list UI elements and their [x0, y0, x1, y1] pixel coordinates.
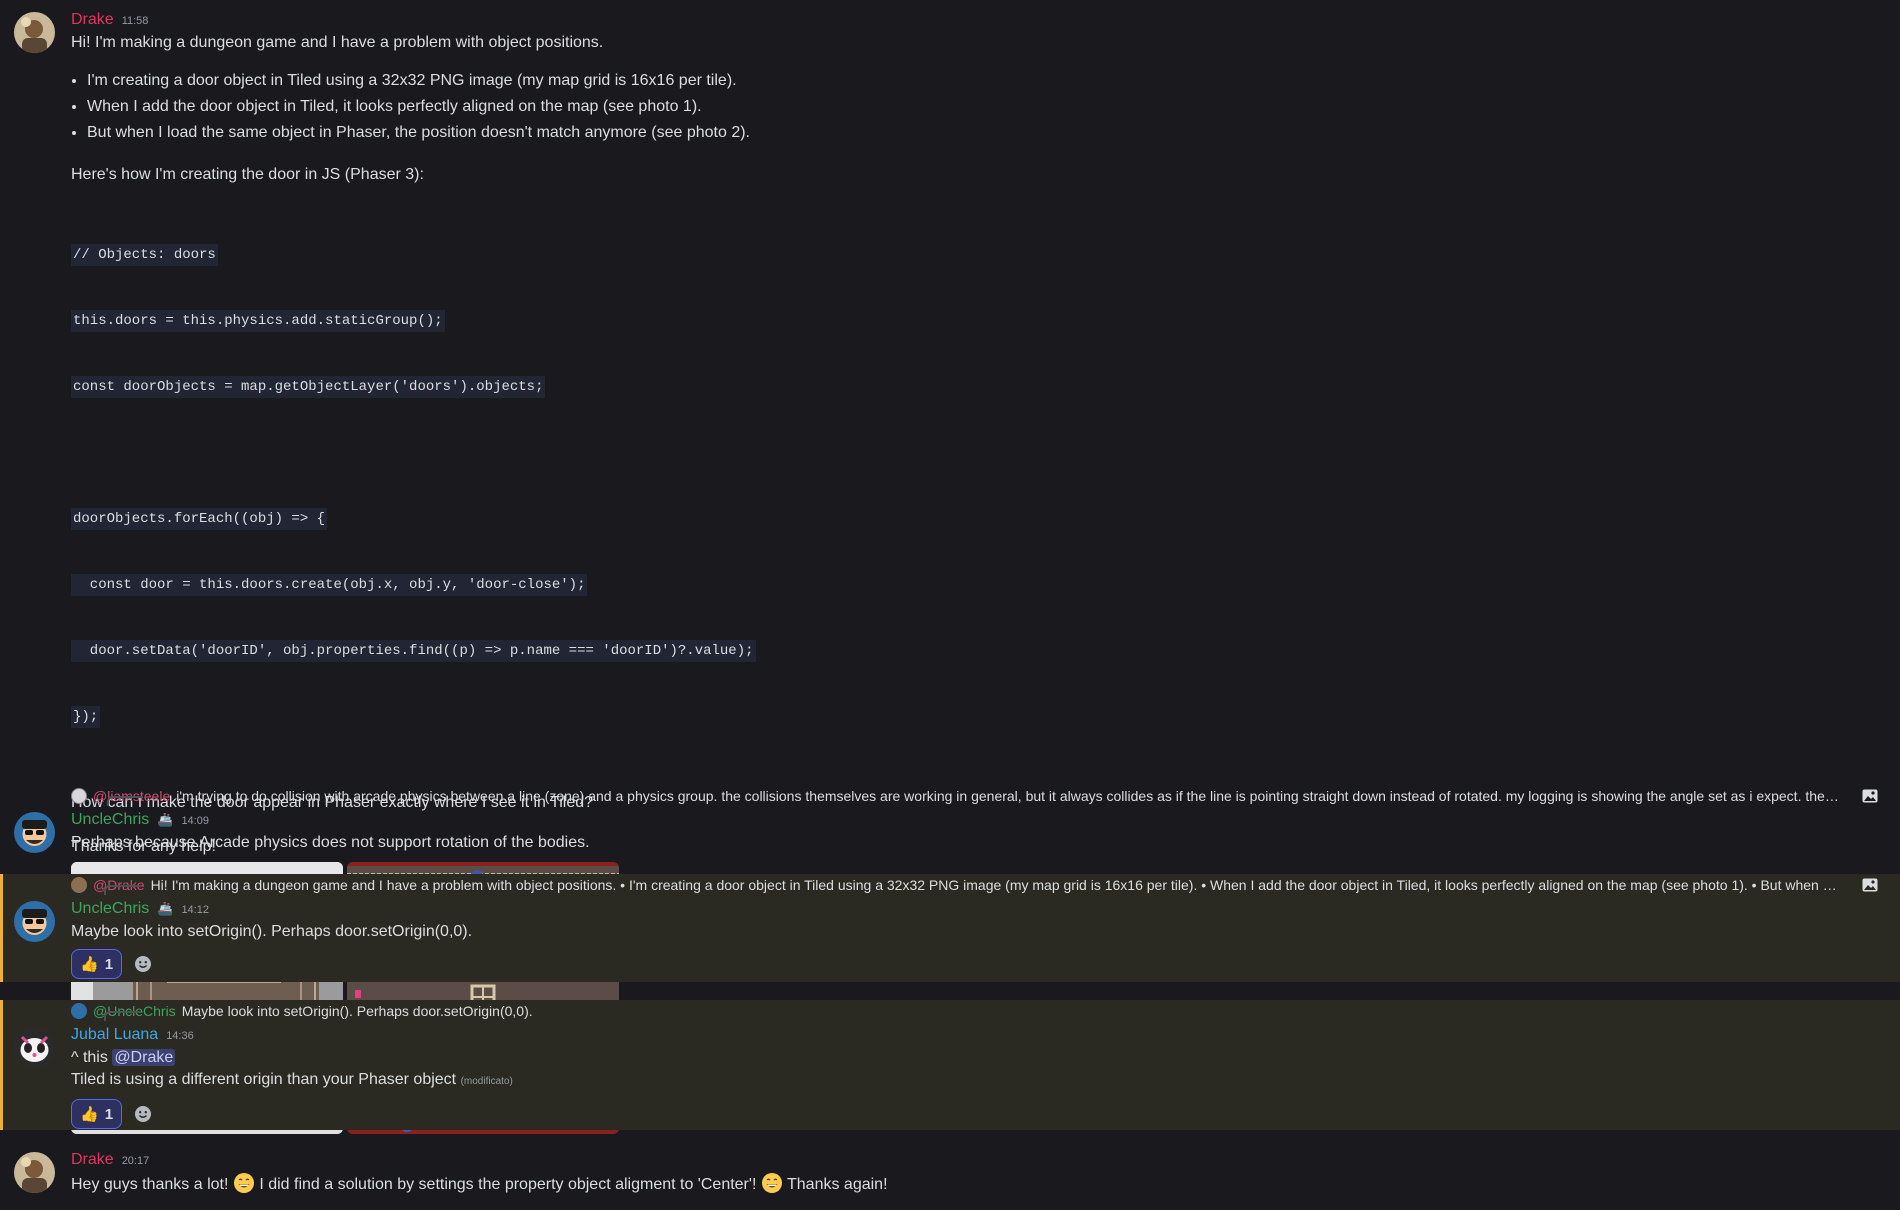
reply-spine [104, 1011, 140, 1021]
message-text: Hey guys thanks a lot! I did find a solu… [71, 1172, 1900, 1196]
message-text: Hi! I'm making a dungeon game and I have… [71, 34, 604, 51]
timestamp: 14:09 [181, 815, 209, 827]
image-icon [1862, 789, 1878, 803]
message-jubal-1436: @UncleChris Maybe look into setOrigin().… [0, 1000, 1900, 1130]
avatar-unclechris-mini [71, 1003, 87, 1019]
reaction-count: 1 [104, 1105, 114, 1123]
thumbs-up-emoji: 👍 [80, 1106, 99, 1123]
code-line: door.setData('doorID', obj.properties.fi… [71, 640, 756, 662]
list-item: I'm creating a door object in Tiled usin… [87, 68, 1900, 94]
grin-emoji [761, 1173, 782, 1193]
avatar-drake-mini [71, 877, 87, 893]
code-line: const door = this.doors.create(obj.x, ob… [71, 574, 588, 596]
message-text: Here's how I'm creating the door in JS (… [71, 166, 424, 183]
reply-text: Maybe look into setOrigin(). Perhaps doo… [181, 1003, 533, 1019]
message-text: ^ this @Drake [71, 1047, 1900, 1069]
reply-preview[interactable]: @liamsteele i'm trying to do collision w… [71, 786, 1900, 806]
code-line: // Objects: doors [71, 244, 218, 266]
text-fragment: Hey guys thanks a lot! [71, 1176, 229, 1193]
reaction-thumbs-up[interactable]: 👍 1 [71, 949, 123, 979]
username[interactable]: UncleChris [71, 810, 149, 830]
avatar-drake[interactable] [14, 12, 55, 53]
username[interactable]: Drake [71, 10, 114, 30]
ship-badge-icon: 🚢 [157, 812, 174, 827]
text-fragment: Tiled is using a different origin than y… [71, 1071, 457, 1088]
username[interactable]: UncleChris [71, 899, 149, 919]
message-text: Tiled is using a different origin than y… [71, 1069, 1900, 1093]
avatar-unclechris[interactable] [14, 901, 55, 942]
code-line: this.doors = this.physics.add.staticGrou… [71, 310, 445, 332]
add-reaction-icon [135, 1106, 152, 1122]
add-reaction-button[interactable] [128, 949, 158, 979]
code-line: doorObjects.forEach((obj) => { [71, 508, 328, 530]
reaction-thumbs-up[interactable]: 👍 1 [71, 1099, 123, 1129]
reply-spine [107, 796, 143, 806]
timestamp: 14:36 [166, 1030, 194, 1042]
add-reaction-icon [135, 956, 152, 972]
text-fragment: I did find a solution by settings the pr… [259, 1176, 757, 1193]
timestamp: 14:12 [181, 904, 209, 916]
grin-emoji [233, 1173, 254, 1193]
list-item: But when I load the same object in Phase… [87, 120, 1900, 146]
timestamp: 11:58 [121, 15, 149, 27]
add-reaction-button[interactable] [128, 1099, 158, 1129]
message-drake-2017: Drake 20:17 Hey guys thanks a lot! I did… [0, 1150, 1900, 1196]
message-unclechris-1409: @liamsteele i'm trying to do collision w… [0, 786, 1900, 854]
user-mention[interactable]: @Drake [112, 1049, 176, 1066]
message-text: Perhaps because Arcade physics does not … [71, 834, 590, 851]
edited-marker: (modificato) [460, 1076, 513, 1087]
ship-badge-icon: 🚢 [157, 901, 174, 916]
avatar-jubal[interactable] [14, 1027, 55, 1068]
text-fragment: ^ this [71, 1049, 108, 1066]
timestamp: 20:17 [121, 1155, 150, 1167]
reactions: 👍 1 [71, 949, 1900, 979]
reply-preview[interactable]: @UncleChris Maybe look into setOrigin().… [71, 1001, 1900, 1021]
avatar-liamsteele-mini [71, 788, 87, 804]
avatar-drake[interactable] [14, 1152, 55, 1193]
reply-text: Hi! I'm making a dungeon game and I have… [150, 877, 1840, 893]
username[interactable]: Jubal Luana [71, 1025, 158, 1045]
reply-preview[interactable]: @Drake Hi! I'm making a dungeon game and… [71, 875, 1900, 895]
message-unclechris-1412: @Drake Hi! I'm making a dungeon game and… [0, 874, 1900, 982]
code-line: const doorObjects = map.getObjectLayer('… [71, 376, 546, 398]
image-icon [1862, 878, 1878, 892]
list-item: When I add the door object in Tiled, it … [87, 94, 1900, 120]
reply-spine [104, 885, 140, 895]
username[interactable]: Drake [71, 1150, 114, 1170]
message-text: Maybe look into setOrigin(). Perhaps doo… [71, 923, 473, 940]
thumbs-up-emoji: 👍 [80, 956, 99, 973]
reaction-count: 1 [104, 955, 114, 973]
reply-text: i'm trying to do collision with arcade p… [176, 788, 1840, 804]
code-block: // Objects: doors this.doors = this.phys… [71, 200, 1900, 772]
bullet-list: I'm creating a door object in Tiled usin… [71, 68, 1900, 146]
reactions: 👍 1 [71, 1099, 1900, 1129]
text-fragment: Thanks again! [787, 1176, 888, 1193]
avatar-unclechris[interactable] [14, 812, 55, 853]
code-line: }); [71, 706, 101, 728]
